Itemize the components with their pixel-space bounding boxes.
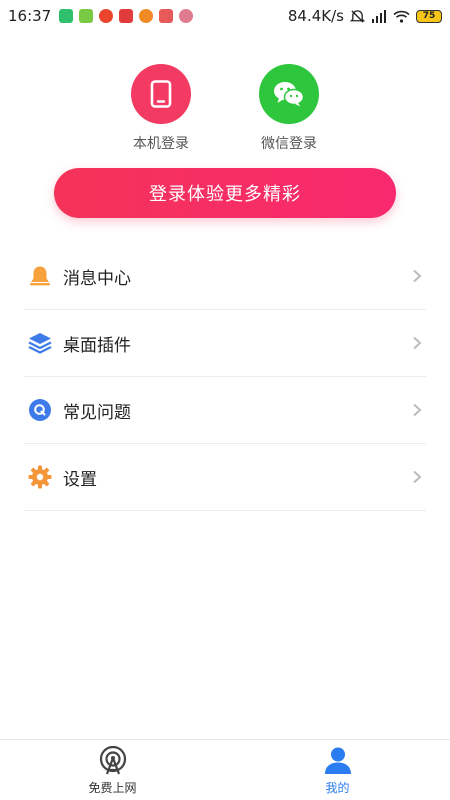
app-notification-icon (79, 9, 94, 23)
chevron-right-icon (410, 269, 424, 283)
chevron-right-icon (410, 470, 424, 484)
status-right: 84.4K/s 75 (288, 7, 442, 25)
phone-login-button[interactable] (131, 64, 191, 124)
chevron-right-icon (410, 403, 424, 417)
status-time: 16:37 (8, 7, 52, 25)
menu-list: 消息中心 桌面插件 常见问题 设置 (24, 243, 426, 511)
wifi-tower-icon (97, 745, 129, 777)
user-icon (322, 745, 354, 777)
question-icon (27, 397, 53, 423)
app-notification-icon (159, 9, 174, 23)
wechat-icon (274, 82, 305, 107)
net-speed: 84.4K/s (287, 7, 344, 25)
menu-item-label: 桌面插件 (63, 335, 131, 356)
gear-icon (27, 464, 53, 490)
phone-login-label: 本机登录 (133, 136, 189, 152)
battery-indicator: 75 (416, 9, 442, 23)
login-methods: 本机登录 微信登录 (0, 64, 450, 153)
menu-item-label: 常见问题 (63, 402, 131, 423)
layers-icon (27, 330, 53, 356)
screen: 16:37 84.4K/s 75 本机登录 微信登录 登录体验更多精彩 消息中心… (0, 0, 450, 800)
signal-icon (372, 9, 386, 23)
wechat-login-option[interactable]: 微信登录 (249, 64, 329, 153)
login-button[interactable]: 登录体验更多精彩 (54, 168, 396, 218)
app-notification-icon (139, 9, 154, 23)
alarm-off-icon (350, 9, 365, 23)
phone-icon (150, 80, 172, 108)
wifi-icon (393, 10, 410, 23)
wechat-login-label: 微信登录 (261, 136, 317, 152)
app-notification-icon (99, 9, 114, 23)
tab-mine[interactable]: 我的 (225, 740, 450, 800)
tab-label: 免费上网 (88, 780, 137, 795)
menu-item-desktop-widget[interactable]: 桌面插件 (24, 310, 426, 377)
menu-item-settings[interactable]: 设置 (24, 444, 426, 511)
notification-icons (59, 9, 194, 23)
menu-item-label: 消息中心 (63, 268, 131, 289)
chevron-right-icon (410, 336, 424, 350)
app-notification-icon (59, 9, 74, 23)
menu-item-faq[interactable]: 常见问题 (24, 377, 426, 444)
tab-free-internet[interactable]: 免费上网 (0, 740, 225, 800)
phone-login-option[interactable]: 本机登录 (121, 64, 201, 153)
status-bar: 16:37 84.4K/s 75 (0, 0, 450, 32)
menu-item-label: 设置 (63, 469, 97, 490)
menu-item-message-center[interactable]: 消息中心 (24, 243, 426, 310)
tab-label: 我的 (325, 780, 350, 795)
app-notification-icon (119, 9, 134, 23)
wechat-login-button[interactable] (259, 64, 319, 124)
bell-icon (27, 263, 53, 289)
app-notification-icon (179, 9, 194, 23)
bottom-tab-bar: 免费上网 我的 (0, 739, 450, 800)
